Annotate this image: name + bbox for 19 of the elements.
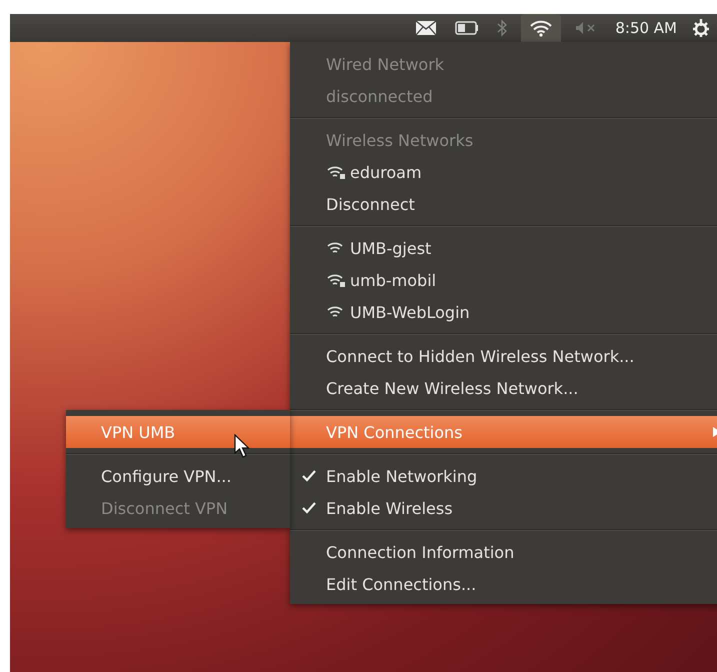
menu-item[interactable]: Disconnect [290, 188, 717, 220]
menu-item[interactable]: Connect to Hidden Wireless Network... [290, 340, 717, 372]
network-item[interactable]: UMB-WebLogin [290, 296, 717, 328]
menu-item[interactable]: Connection Information [290, 536, 717, 568]
toggle-item[interactable]: Enable Networking [290, 460, 717, 492]
menu-item[interactable]: Create New Wireless Network... [290, 372, 717, 404]
menu-header: disconnected [325, 86, 434, 108]
network-item[interactable]: eduroam [290, 156, 717, 188]
menu-header: Wireless Networks [325, 130, 474, 152]
wifi-icon[interactable] [521, 14, 562, 42]
menu-item[interactable]: Configure VPN... [66, 460, 290, 492]
network-item[interactable]: umb-mobil [290, 264, 717, 296]
settings-icon[interactable] [691, 18, 711, 38]
toggle-item[interactable]: Enable Wireless [290, 492, 717, 524]
menu-header: Wired Network [325, 54, 446, 76]
mouse-pointer-icon [234, 434, 250, 458]
network-item[interactable]: UMB-gjest [290, 232, 717, 264]
clock[interactable]: 8:50 AM [611, 19, 681, 37]
menu-item[interactable]: Edit Connections... [290, 568, 717, 600]
